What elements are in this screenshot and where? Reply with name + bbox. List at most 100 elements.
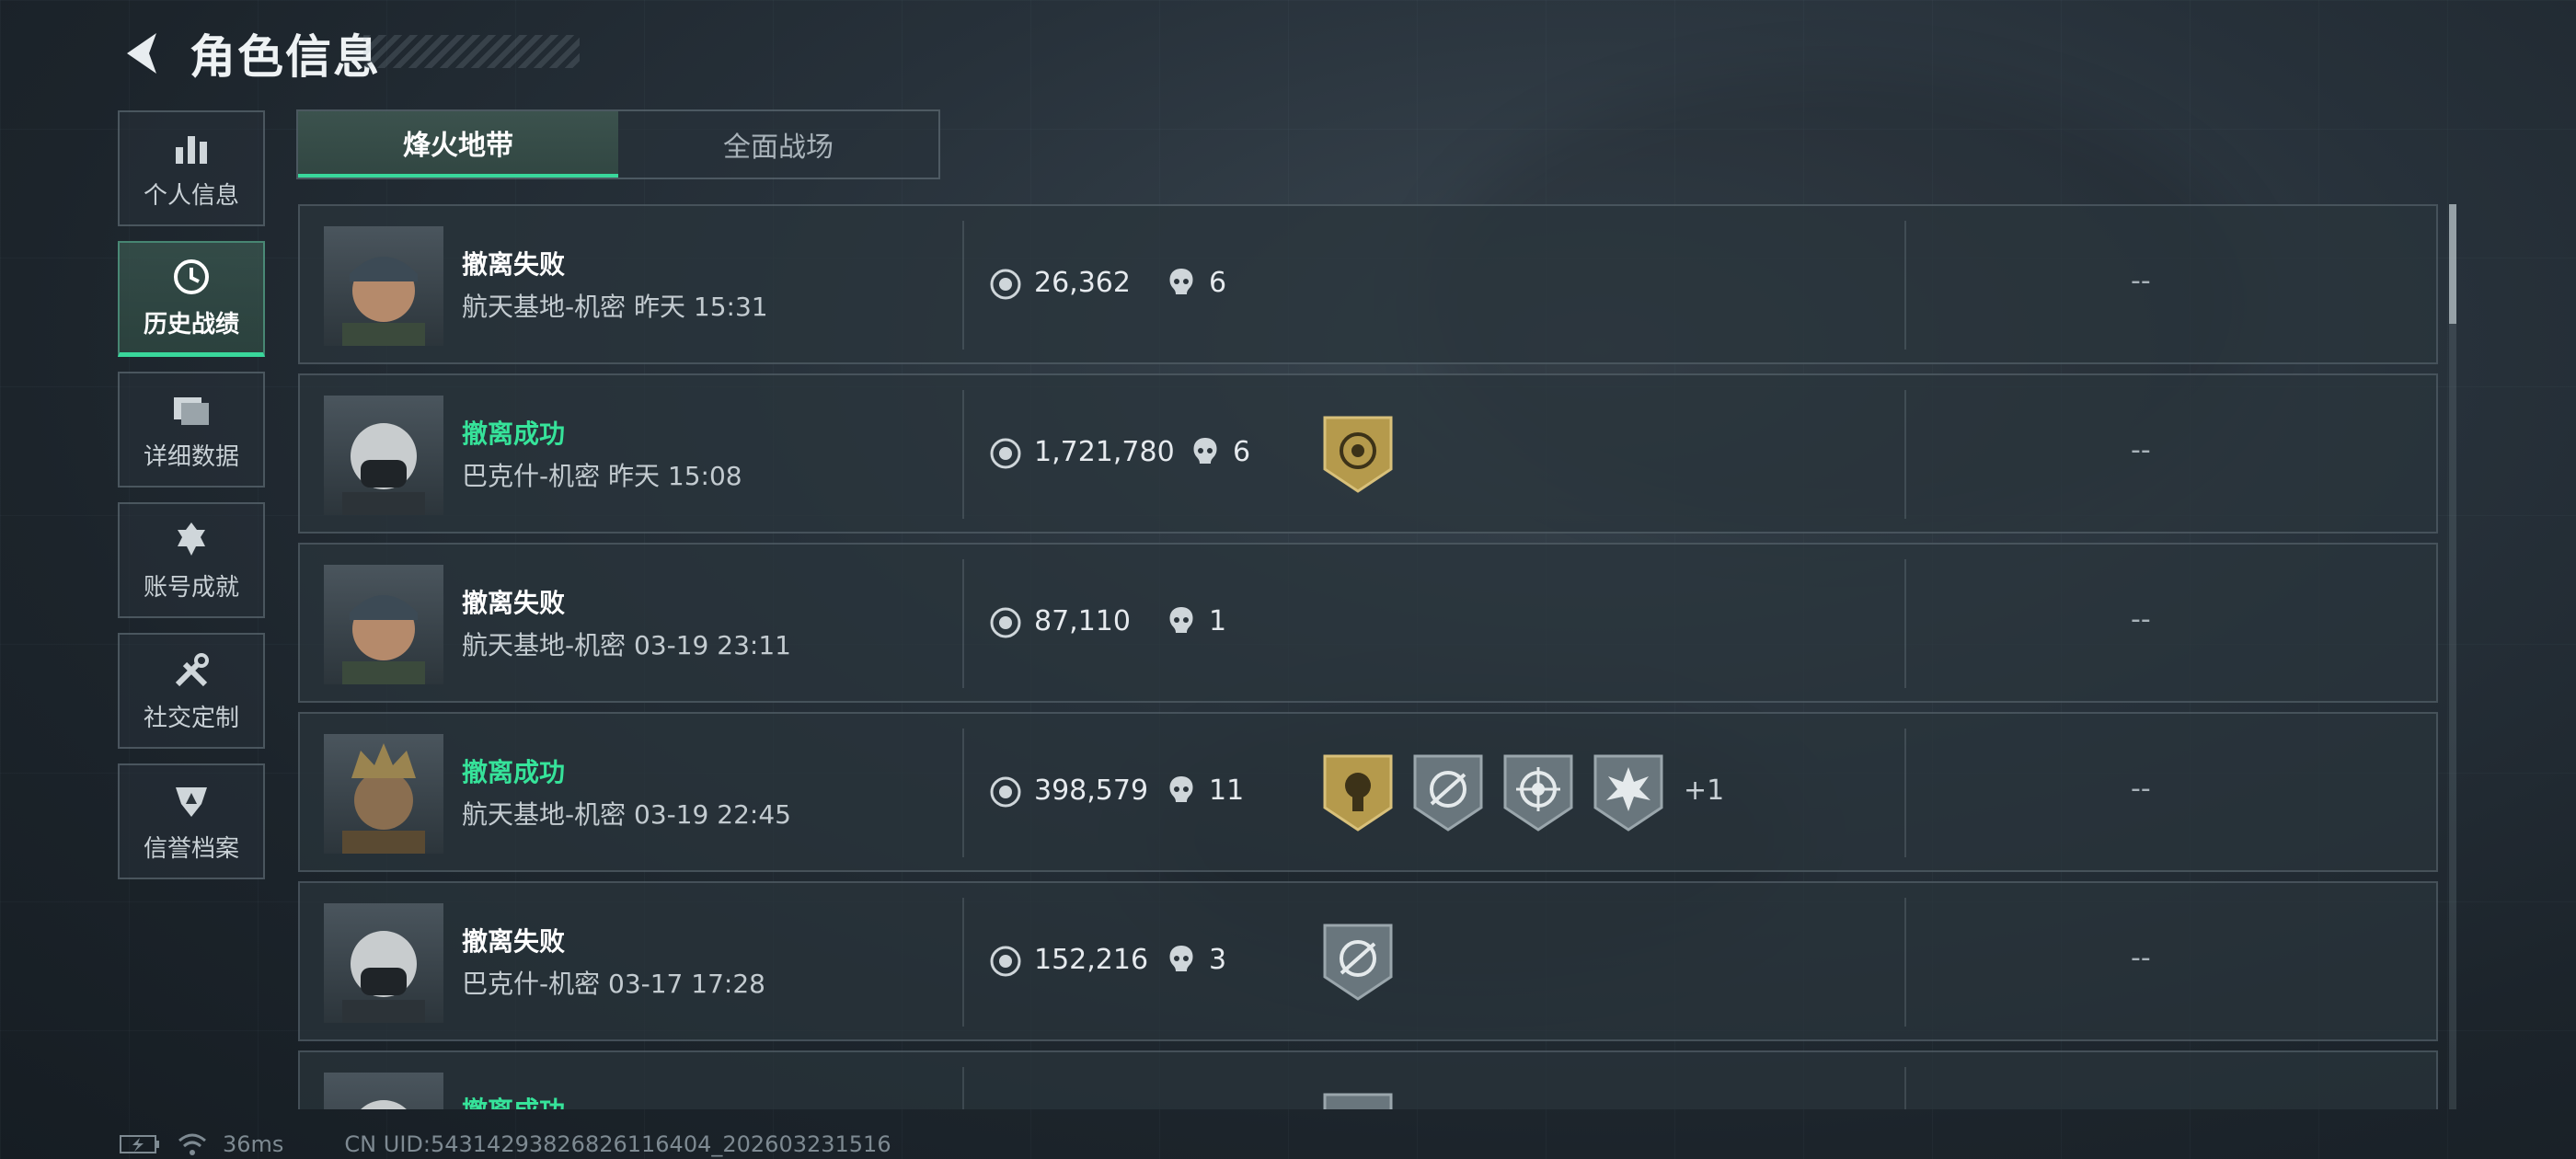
match-map-time: 航天基地-机密 昨天 15:31 [462,292,768,322]
operator-avatar [324,396,443,515]
skull-icon [1169,269,1193,294]
match-map-time: 巴克什-机密 昨天 15:08 [462,461,742,491]
extract-value: 398,579 [1034,775,1149,807]
kill-count: 6 [1233,436,1251,468]
extract-value: 1,721,780 [1034,436,1175,468]
coin-icon [990,269,1021,300]
match-row[interactable]: 撤离失败 巴克什-机密 03-17 17:28 152,216 3 -- [298,881,2438,1041]
sidebar-item-history[interactable]: 历史战绩 [118,241,265,357]
coin-icon [990,946,1021,977]
extra-info: -- [2131,265,2151,297]
column-divider [962,729,964,857]
column-divider [962,898,964,1027]
grey-crosshair-badge-icon[interactable] [1321,920,1395,1004]
extraction-status: 撤离失败 [462,588,566,618]
extraction-status: 撤离失败 [462,249,566,280]
sidebar-item-label: 账号成就 [143,573,239,602]
kill-count: 6 [1209,267,1227,299]
ping-latency: 36ms [223,1131,284,1157]
mode-tabs: 烽火地带 全面战场 [296,109,940,179]
match-map-time: 航天基地-机密 03-19 22:45 [462,799,791,830]
sidebar-item-achievements[interactable]: 账号成就 [118,502,265,618]
match-row[interactable]: 撤离成功 [298,1050,2438,1109]
extra-info: -- [2131,434,2151,466]
extract-value: 26,362 [1034,267,1131,299]
more-badges-count[interactable]: +1 [1684,775,1724,807]
back-arrow-icon[interactable] [120,28,164,79]
user-uid: CN UID:54314293826826116404_202603231516 [344,1131,891,1157]
extract-value: 152,216 [1034,944,1149,976]
column-divider [962,1067,964,1109]
sidebar-item-social[interactable]: 社交定制 [118,633,265,749]
extra-info: -- [2131,942,2151,974]
shield-emblem-icon [176,786,207,817]
column-divider [1904,1067,1906,1109]
skull-icon [1169,607,1193,633]
history-clock-icon [174,259,209,294]
coin-icon [990,607,1021,638]
status-footer: 36ms CN UID:54314293826826116404_2026032… [120,1130,891,1159]
column-divider [1904,729,1906,857]
match-row[interactable]: 撤离成功 航天基地-机密 03-19 22:45 398,579 11 +1 -… [298,712,2438,872]
page-header: 角色信息 [120,24,381,84]
grey-target-badge-icon[interactable] [1501,751,1575,835]
extraction-status: 撤离失败 [462,926,566,957]
grey-badge-icon[interactable] [1321,1089,1395,1109]
sidebar-item-label: 历史战绩 [143,311,239,339]
extra-info: -- [2131,773,2151,805]
operator-avatar [324,1073,443,1109]
bar-chart-icon [176,135,207,164]
match-row[interactable]: 撤离失败 航天基地-机密 03-19 23:11 87,110 1 -- [298,543,2438,703]
coin-icon [990,776,1021,808]
extract-value: 87,110 [1034,605,1131,637]
skull-icon [1193,438,1217,464]
column-divider [962,221,964,350]
match-row[interactable]: 撤离成功 巴克什-机密 昨天 15:08 1,721,780 6 -- [298,373,2438,534]
battery-icon [120,1135,159,1153]
sidebar-item-label: 信誉档案 [143,834,239,863]
sidebar-item-label: 社交定制 [143,704,239,732]
tab-full-battlefield[interactable]: 全面战场 [618,111,938,178]
sidebar-item-detailed-data[interactable]: 详细数据 [118,372,265,488]
list-scrollbar[interactable] [2449,204,2456,1109]
match-map-time: 航天基地-机密 03-19 23:11 [462,630,791,660]
tools-icon [175,652,209,686]
grey-crosshair-badge-icon[interactable] [1411,751,1485,835]
operator-avatar [324,903,443,1023]
kill-count: 1 [1209,605,1227,637]
column-divider [1904,898,1906,1027]
match-map-time: 巴克什-机密 03-17 17:28 [462,969,765,999]
column-divider [1904,390,1906,519]
operator-avatar [324,226,443,346]
tab-hazard-zone[interactable]: 烽火地带 [298,111,618,178]
extraction-status: 撤离成功 [462,419,566,449]
page-title: 角色信息 [190,30,381,84]
match-row[interactable]: 撤离失败 航天基地-机密 昨天 15:31 26,362 6 -- [298,204,2438,364]
sidebar: 个人信息 历史战绩 详细数据 账号成就 社交定制 信誉档案 [118,110,265,894]
kill-count: 11 [1209,775,1245,807]
match-history-list[interactable]: 撤离失败 航天基地-机密 昨天 15:31 26,362 6 -- 撤离成功 巴… [298,204,2438,1109]
folders-icon [174,396,209,425]
sidebar-item-personal-info[interactable]: 个人信息 [118,110,265,226]
wifi-icon [178,1133,206,1155]
extraction-status: 撤离成功 [462,1091,565,1109]
title-decoration [363,35,580,68]
sidebar-item-reputation[interactable]: 信誉档案 [118,763,265,879]
extraction-status: 撤离成功 [462,757,566,787]
achievement-icon [178,522,205,556]
coin-icon [990,438,1021,469]
sidebar-item-label: 个人信息 [143,181,239,210]
operator-avatar [324,734,443,854]
skull-icon [1169,776,1193,802]
scrollbar-thumb[interactable] [2449,204,2456,324]
gold-skull-badge-icon[interactable] [1321,751,1395,835]
kill-count: 3 [1209,944,1227,976]
column-divider [1904,559,1906,688]
gold-coin-badge-icon[interactable] [1321,412,1395,497]
column-divider [1904,221,1906,350]
column-divider [962,390,964,519]
column-divider [962,559,964,688]
skull-icon [1169,946,1193,971]
sidebar-item-label: 详细数据 [143,442,239,471]
grey-burst-badge-icon[interactable] [1592,751,1665,835]
